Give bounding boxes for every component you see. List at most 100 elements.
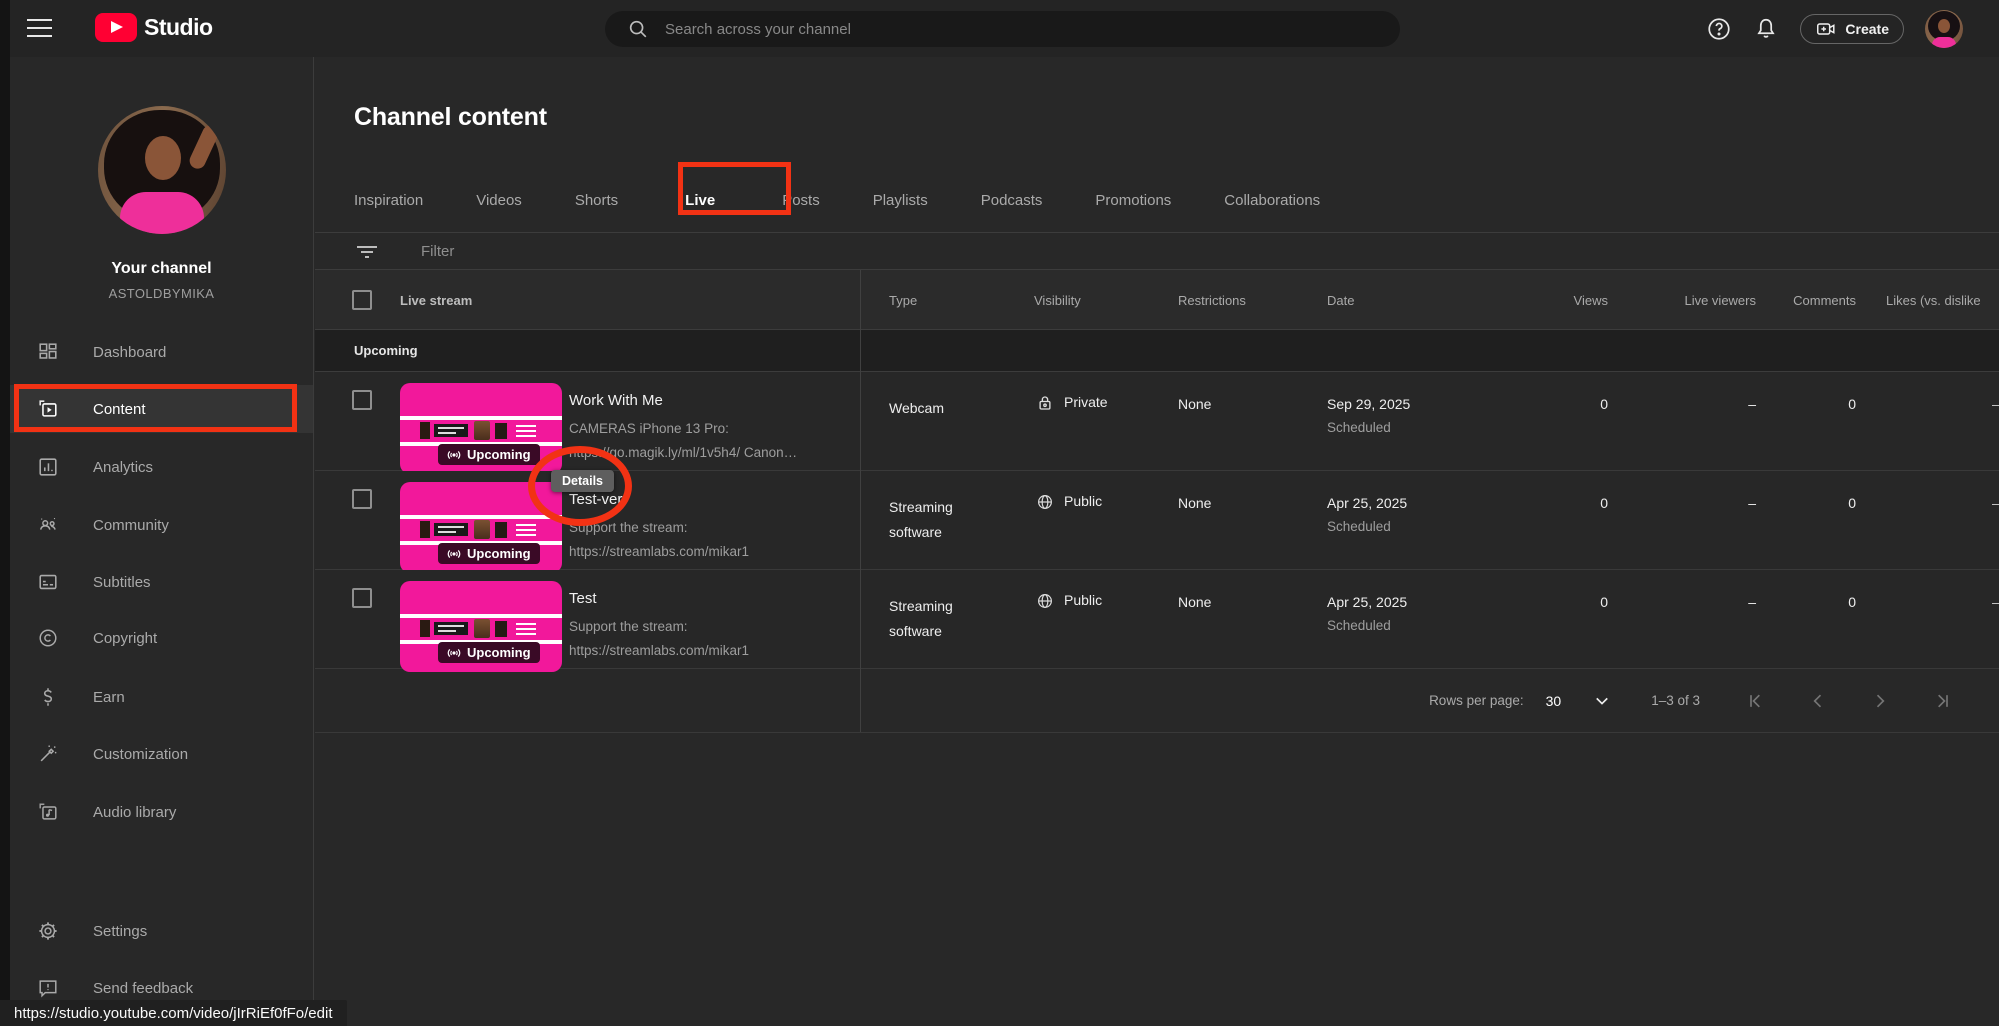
stream-description: CAMERAS iPhone 13 Pro: https://go.magik.… bbox=[569, 417, 797, 465]
first-page-icon bbox=[1746, 691, 1766, 711]
tab-live[interactable]: Live bbox=[685, 192, 715, 209]
first-page-button[interactable] bbox=[1746, 691, 1766, 711]
sidebar-item-earn[interactable]: Earn bbox=[10, 673, 313, 721]
row-checkbox[interactable] bbox=[352, 390, 372, 410]
likes-cell: – bbox=[1992, 495, 1999, 511]
row-checkbox[interactable] bbox=[352, 489, 372, 509]
topbar: Studio Create bbox=[10, 0, 1999, 57]
content-tabs: Inspiration Videos Shorts Live Posts Pla… bbox=[315, 169, 1999, 233]
community-icon bbox=[36, 513, 60, 537]
sidebar-item-dashboard[interactable]: Dashboard bbox=[10, 328, 313, 376]
bell-icon bbox=[1753, 16, 1779, 42]
prev-page-button[interactable] bbox=[1808, 691, 1828, 711]
col-restrictions: Restrictions bbox=[1178, 293, 1246, 308]
notifications-button[interactable] bbox=[1753, 16, 1779, 42]
stream-description: Support the stream: https://streamlabs.c… bbox=[569, 516, 749, 564]
sidebar-item-customization[interactable]: Customization bbox=[10, 730, 313, 778]
table-row[interactable]: Upcoming Test Support the stream: https:… bbox=[315, 570, 1999, 669]
sidebar-item-analytics[interactable]: Analytics bbox=[10, 443, 313, 491]
stream-title[interactable]: Test-vert bbox=[569, 491, 627, 508]
subtitles-icon bbox=[36, 570, 60, 594]
tab-posts[interactable]: Posts bbox=[782, 192, 820, 209]
search-input[interactable] bbox=[665, 21, 1380, 38]
chevron-left-icon bbox=[1808, 691, 1828, 711]
link-status-bar: https://studio.youtube.com/video/jIrRiEf… bbox=[0, 1000, 347, 1026]
status-url: https://studio.youtube.com/video/jIrRiEf… bbox=[14, 1005, 333, 1022]
filter-bar[interactable]: Filter bbox=[315, 233, 1999, 270]
tab-playlists[interactable]: Playlists bbox=[873, 192, 928, 209]
sidebar-item-content[interactable]: Content bbox=[10, 385, 313, 433]
youtube-studio-app: Studio Create Your channel ASTOLDBYMIKA bbox=[0, 0, 1999, 1026]
tab-podcasts[interactable]: Podcasts bbox=[981, 192, 1043, 209]
page-range: 1–3 of 3 bbox=[1651, 693, 1700, 708]
stream-title[interactable]: Test bbox=[569, 590, 597, 607]
youtube-play-icon bbox=[95, 13, 137, 42]
pagination-bar: Rows per page: 30 1–3 of 3 bbox=[315, 669, 1999, 733]
create-button[interactable]: Create bbox=[1800, 14, 1904, 44]
rows-per-page-dropdown[interactable] bbox=[1593, 692, 1611, 710]
earn-icon bbox=[36, 685, 60, 709]
visibility-cell[interactable]: Private bbox=[1036, 394, 1108, 412]
live-broadcast-icon bbox=[447, 646, 461, 660]
type-cell: Streaming software bbox=[889, 495, 985, 545]
sidebar-item-subtitles[interactable]: Subtitles bbox=[10, 558, 313, 606]
create-video-icon bbox=[1815, 18, 1837, 40]
video-thumbnail[interactable]: Upcoming bbox=[400, 383, 562, 474]
sidebar-item-label: Content bbox=[93, 401, 146, 418]
tab-shorts[interactable]: Shorts bbox=[575, 192, 618, 209]
restrictions-cell: None bbox=[1178, 495, 1211, 511]
col-visibility: Visibility bbox=[1034, 293, 1081, 308]
help-icon bbox=[1706, 16, 1732, 42]
rows-per-page-value[interactable]: 30 bbox=[1546, 693, 1562, 709]
create-label: Create bbox=[1845, 21, 1889, 37]
visibility-cell[interactable]: Public bbox=[1036, 493, 1102, 511]
content-icon bbox=[36, 397, 60, 421]
next-page-button[interactable] bbox=[1870, 691, 1890, 711]
tab-promotions[interactable]: Promotions bbox=[1095, 192, 1171, 209]
live-broadcast-icon bbox=[447, 448, 461, 462]
sidebar: Your channel ASTOLDBYMIKA Dashboard Cont… bbox=[10, 57, 314, 1026]
col-views: Views bbox=[1465, 293, 1608, 308]
studio-logo[interactable]: Studio bbox=[95, 13, 213, 42]
sidebar-item-copyright[interactable]: Copyright bbox=[10, 614, 313, 662]
help-button[interactable] bbox=[1706, 16, 1732, 42]
globe-icon bbox=[1036, 493, 1054, 511]
views-cell: 0 bbox=[1465, 495, 1608, 511]
search-bar[interactable] bbox=[605, 11, 1400, 47]
menu-button[interactable] bbox=[27, 19, 53, 39]
copyright-icon bbox=[36, 626, 60, 650]
row-checkbox[interactable] bbox=[352, 588, 372, 608]
select-all-checkbox[interactable] bbox=[352, 290, 372, 310]
tab-videos[interactable]: Videos bbox=[476, 192, 522, 209]
col-live-viewers: Live viewers bbox=[1628, 293, 1756, 308]
views-cell: 0 bbox=[1465, 594, 1608, 610]
window-edge bbox=[0, 0, 10, 1026]
details-tooltip: Details bbox=[551, 470, 614, 492]
dashboard-icon bbox=[36, 340, 60, 364]
visibility-cell[interactable]: Public bbox=[1036, 592, 1102, 610]
sidebar-item-community[interactable]: Community bbox=[10, 501, 313, 549]
stream-description: Support the stream: https://streamlabs.c… bbox=[569, 615, 749, 663]
video-thumbnail[interactable]: Upcoming bbox=[400, 581, 562, 672]
status-badge: Upcoming bbox=[438, 642, 540, 663]
last-page-button[interactable] bbox=[1932, 691, 1952, 711]
channel-avatar[interactable] bbox=[98, 106, 226, 234]
audio-library-icon bbox=[36, 800, 60, 824]
likes-cell: – bbox=[1992, 396, 1999, 412]
status-badge: Upcoming bbox=[438, 543, 540, 564]
topbar-actions: Create bbox=[1706, 0, 1963, 57]
sidebar-item-audio-library[interactable]: Audio library bbox=[10, 788, 313, 836]
sidebar-item-label: Send feedback bbox=[93, 980, 193, 997]
sidebar-item-label: Community bbox=[93, 517, 169, 534]
restrictions-cell: None bbox=[1178, 396, 1211, 412]
sidebar-item-settings[interactable]: Settings bbox=[10, 907, 313, 955]
video-thumbnail[interactable]: Upcoming bbox=[400, 482, 562, 573]
filter-placeholder: Filter bbox=[421, 243, 454, 260]
tab-inspiration[interactable]: Inspiration bbox=[354, 192, 423, 209]
tab-collaborations[interactable]: Collaborations bbox=[1224, 192, 1320, 209]
feedback-icon bbox=[36, 976, 60, 1000]
table-row[interactable]: Upcoming Work With Me CAMERAS iPhone 13 … bbox=[315, 372, 1999, 471]
stream-title[interactable]: Work With Me bbox=[569, 392, 663, 409]
account-avatar[interactable] bbox=[1925, 10, 1963, 48]
customization-icon bbox=[36, 742, 60, 766]
